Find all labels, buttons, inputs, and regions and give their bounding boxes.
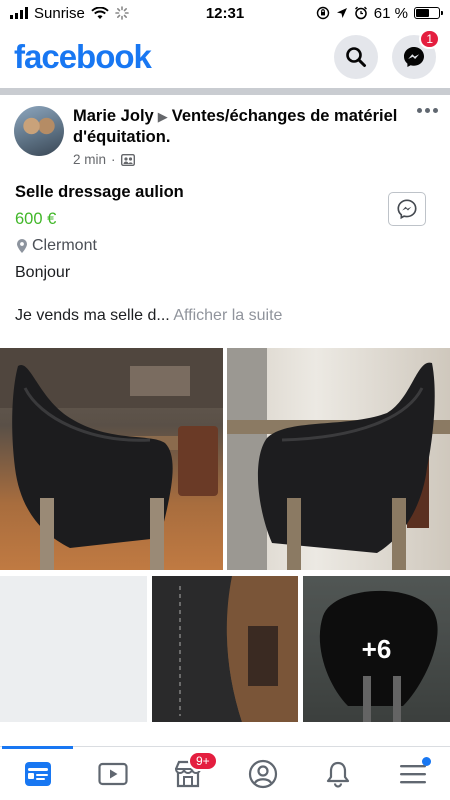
listing-photo-5[interactable]: +6	[303, 576, 450, 722]
post-options-button[interactable]	[417, 108, 438, 113]
header-actions: 1	[334, 29, 440, 79]
rotation-lock-icon	[316, 6, 329, 20]
nav-marketplace[interactable]: 9+	[150, 747, 225, 800]
battery-fill	[416, 9, 430, 17]
listing-location: Clermont	[15, 237, 435, 255]
listing-price: 600 €	[15, 210, 57, 228]
menu-notification-dot	[422, 756, 431, 766]
search-icon	[346, 47, 366, 67]
listing-photo-2[interactable]	[227, 348, 450, 570]
share-arrow-icon: ▶	[157, 109, 168, 124]
messenger-icon	[397, 199, 417, 220]
bottom-nav: 9+	[0, 745, 450, 800]
location-label: Clermont	[32, 237, 97, 254]
nav-news-feed[interactable]	[0, 745, 75, 800]
post-title: Marie Joly ▶ Ventes/échanges de matériel d…	[73, 106, 436, 148]
location-pin-icon	[17, 239, 27, 253]
status-right: 61 %	[316, 4, 443, 22]
search-button[interactable]	[334, 35, 378, 79]
post-meta: Marie Joly ▶ Ventes/échanges de matériel d…	[73, 106, 436, 167]
saddle-image	[227, 348, 450, 570]
author-avatar[interactable]	[14, 106, 64, 156]
listing-photo-4[interactable]	[152, 576, 298, 722]
wifi-icon	[91, 6, 109, 19]
meta-separator: ·	[111, 152, 116, 167]
listing-details: Selle dressage aulion 600 € Clermont	[15, 183, 435, 255]
saddle-detail-image	[152, 576, 298, 722]
video-play-icon	[97, 762, 128, 785]
facebook-logo[interactable]: facebook	[14, 38, 152, 76]
header-divider	[0, 88, 450, 95]
status-bar: Sunrise 12:31 61 %	[0, 0, 450, 26]
author-name[interactable]: Marie Joly	[73, 107, 154, 125]
nav-menu[interactable]	[375, 747, 450, 800]
nav-notifications[interactable]	[300, 747, 375, 800]
messenger-icon	[404, 47, 424, 67]
location-arrow-icon	[336, 8, 347, 18]
listing-title: Selle dressage aulion	[15, 183, 184, 201]
loading-spinner-icon	[115, 6, 129, 20]
saddle-image	[0, 348, 223, 570]
signal-icon	[10, 7, 28, 19]
news-feed-icon	[24, 761, 51, 786]
battery-icon	[414, 7, 443, 19]
post-body: Bonjour Je vends ma selle d... Afficher …	[15, 262, 435, 326]
group-privacy-icon	[120, 153, 135, 166]
post-header: Marie Joly ▶ Ventes/échanges de matériel d…	[14, 106, 436, 167]
app-header: facebook 1	[0, 26, 450, 88]
listing-photo-1[interactable]	[0, 348, 223, 570]
nav-profile[interactable]	[225, 747, 300, 800]
more-photos-overlay[interactable]: +6	[303, 576, 450, 722]
messenger-badge: 1	[419, 29, 440, 49]
status-left: Sunrise	[10, 5, 129, 22]
bell-icon	[326, 761, 349, 788]
carrier-label: Sunrise	[34, 4, 85, 22]
profile-icon	[248, 759, 277, 788]
messenger-button[interactable]: 1	[392, 29, 440, 79]
alarm-icon	[354, 6, 367, 20]
listing-photo-3[interactable]	[0, 576, 147, 722]
menu-icon	[399, 764, 426, 783]
post-subline: 2 min ·	[73, 152, 436, 167]
see-more-link[interactable]: Afficher la suite	[173, 307, 282, 324]
nav-watch[interactable]	[75, 747, 150, 800]
post-time[interactable]: 2 min	[73, 152, 106, 167]
body-excerpt: Je vends ma selle d...	[15, 307, 170, 324]
body-line-1: Bonjour	[15, 264, 71, 281]
message-seller-button[interactable]	[388, 192, 426, 226]
marketplace-badge: 9+	[188, 750, 218, 771]
battery-percent: 61 %	[373, 4, 408, 22]
body-line-2: Je vends ma selle d... Afficher la suite	[15, 305, 435, 326]
